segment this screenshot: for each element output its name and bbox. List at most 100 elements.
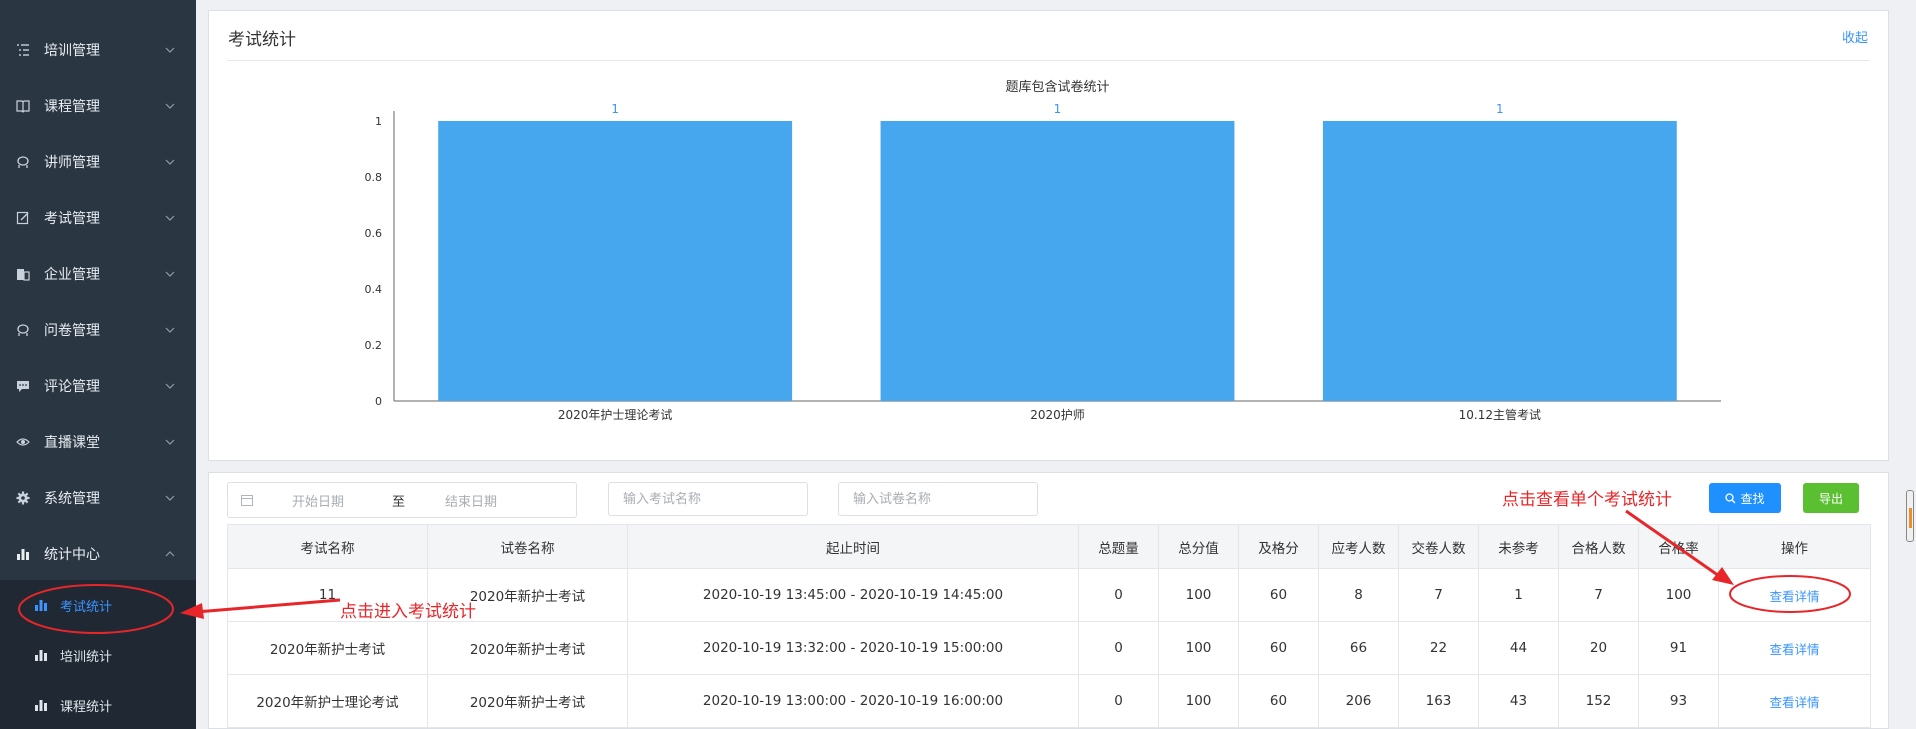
bar-chart: 题库包含试卷统计 0 0.2 0.4 0.6 0.8 1 1 2020年护士理论考试 1 2020护… (365, 79, 1721, 422)
cell-pass-score: 60 (1238, 568, 1319, 622)
x-tick-label: 10.12主管考试 (1459, 407, 1541, 422)
cell-exam-name: 2020年新护士理论考试 (227, 674, 428, 728)
table-header-row: 考试名称 试卷名称 起止时间 总题量 总分值 及格分 应考人数 交卷人数 未参考… (227, 524, 1871, 569)
cell-total-score: 100 (1158, 621, 1239, 675)
x-tick-label: 2020年护士理论考试 (558, 407, 673, 422)
scrollbar-indicator (1909, 508, 1912, 528)
y-tick-label: 1 (375, 115, 382, 128)
comment-icon (12, 375, 34, 397)
cell-time-range: 2020-10-19 13:32:00 - 2020-10-19 15:00:0… (627, 621, 1079, 675)
building-icon (12, 263, 34, 285)
export-button[interactable]: 导出 (1803, 483, 1859, 513)
column-header: 试卷名称 (427, 524, 628, 569)
chevron-down-icon (164, 44, 176, 56)
bar-chart-icon (12, 543, 34, 565)
cell-absent: 1 (1478, 568, 1559, 622)
cell-paper-name: 2020年新护士考试 (427, 674, 628, 728)
cell-passed: 20 (1558, 621, 1639, 675)
chevron-down-icon (164, 100, 176, 112)
sidebar-item-live-classroom[interactable]: 直播课堂 (0, 414, 196, 470)
column-header: 总题量 (1078, 524, 1159, 569)
search-icon (1725, 492, 1736, 504)
cell-action: 查看详情 (1718, 568, 1871, 622)
sidebar-item-label: 问卷管理 (44, 323, 100, 339)
gear-icon (12, 487, 34, 509)
sidebar-item-label: 直播课堂 (44, 435, 100, 451)
edit-icon (12, 207, 34, 229)
exam-statistics-panel: 考试统计 收起 题库包含试卷统计 0 0.2 0.4 0.6 0.8 1 1 2020年护士理论… (208, 10, 1889, 461)
cell-expected: 8 (1318, 568, 1399, 622)
cell-total-score: 100 (1158, 674, 1239, 728)
teacher-icon (12, 151, 34, 173)
y-tick-label: 0.6 (365, 227, 383, 240)
view-details-link[interactable]: 查看详情 (1769, 589, 1819, 604)
exam-name-input[interactable] (608, 482, 808, 516)
sidebar: 培训管理 课程管理 讲师管理 考试管理 企业管理 问卷管理 评论管理 直播课堂 (0, 0, 196, 729)
statistics-submenu: 考试统计 培训统计 课程统计 (0, 580, 196, 729)
calendar-icon (240, 493, 254, 507)
chevron-down-icon (164, 324, 176, 336)
date-range-picker[interactable]: 开始日期 至 结束日期 (227, 482, 577, 518)
sidebar-item-label: 培训管理 (44, 43, 100, 59)
submenu-item-label: 培训统计 (60, 649, 113, 665)
table-row: 2020年新护士理论考试 2020年新护士考试 2020-10-19 13:00… (227, 674, 1871, 728)
cell-total-questions: 0 (1078, 621, 1159, 675)
start-date-placeholder[interactable]: 开始日期 (292, 491, 372, 510)
bar-data-label: 1 (611, 102, 619, 116)
column-header: 交卷人数 (1398, 524, 1479, 569)
sidebar-item-label: 讲师管理 (44, 155, 100, 171)
end-date-placeholder[interactable]: 结束日期 (445, 491, 497, 510)
sidebar-item-surveys[interactable]: 问卷管理 (0, 302, 196, 358)
column-header: 合格率 (1638, 524, 1719, 569)
bar-chart-icon (34, 597, 50, 613)
chevron-down-icon (164, 436, 176, 448)
column-header: 及格分 (1238, 524, 1319, 569)
bar-chart-icon (34, 697, 50, 713)
cell-absent: 44 (1478, 621, 1559, 675)
view-details-link[interactable]: 查看详情 (1769, 642, 1819, 657)
bar-chart-icon (34, 647, 50, 663)
cell-pass-score: 60 (1238, 674, 1319, 728)
sidebar-item-statistics-center[interactable]: 统计中心 (0, 526, 196, 582)
view-details-link[interactable]: 查看详情 (1769, 695, 1819, 710)
sidebar-item-comments[interactable]: 评论管理 (0, 358, 196, 414)
column-header: 总分值 (1158, 524, 1239, 569)
submenu-item-label: 课程统计 (60, 699, 113, 715)
cell-total-questions: 0 (1078, 568, 1159, 622)
cell-absent: 43 (1478, 674, 1559, 728)
search-button-label: 查找 (1740, 491, 1765, 506)
search-button[interactable]: 查找 (1709, 483, 1781, 513)
chevron-down-icon (164, 492, 176, 504)
sidebar-item-label: 统计中心 (44, 547, 100, 563)
cell-expected: 66 (1318, 621, 1399, 675)
y-tick-label: 0.2 (365, 339, 383, 352)
sidebar-item-label: 系统管理 (44, 491, 100, 507)
cell-passed: 7 (1558, 568, 1639, 622)
sidebar-item-exams[interactable]: 考试管理 (0, 190, 196, 246)
chevron-down-icon (164, 268, 176, 280)
cell-total-score: 100 (1158, 568, 1239, 622)
sidebar-item-system[interactable]: 系统管理 (0, 470, 196, 526)
sidebar-item-enterprise[interactable]: 企业管理 (0, 246, 196, 302)
sidebar-item-label: 课程管理 (44, 99, 100, 115)
chevron-up-icon (164, 548, 176, 560)
paper-name-input[interactable] (838, 482, 1038, 516)
sidebar-item-courses[interactable]: 课程管理 (0, 78, 196, 134)
column-header: 合格人数 (1558, 524, 1639, 569)
y-tick-label: 0 (375, 395, 382, 408)
cell-pass-rate: 100 (1638, 568, 1719, 622)
submenu-item-training-statistics[interactable]: 培训统计 (0, 630, 196, 680)
y-tick-label: 0.8 (365, 171, 383, 184)
bar (1322, 121, 1677, 401)
table-row: 2020年新护士考试 2020年新护士考试 2020-10-19 13:32:0… (227, 621, 1871, 675)
submenu-item-course-statistics[interactable]: 课程统计 (0, 680, 196, 729)
submenu-item-exam-statistics[interactable]: 考试统计 (0, 580, 196, 630)
cell-total-questions: 0 (1078, 674, 1159, 728)
bar (438, 121, 793, 401)
export-button-label: 导出 (1818, 491, 1843, 506)
exam-table: 考试名称 试卷名称 起止时间 总题量 总分值 及格分 应考人数 交卷人数 未参考… (227, 524, 1871, 728)
cell-paper-name: 2020年新护士考试 (427, 621, 628, 675)
submenu-item-label: 考试统计 (60, 599, 113, 615)
sidebar-item-lecturers[interactable]: 讲师管理 (0, 134, 196, 190)
sidebar-item-training[interactable]: 培训管理 (0, 22, 196, 78)
